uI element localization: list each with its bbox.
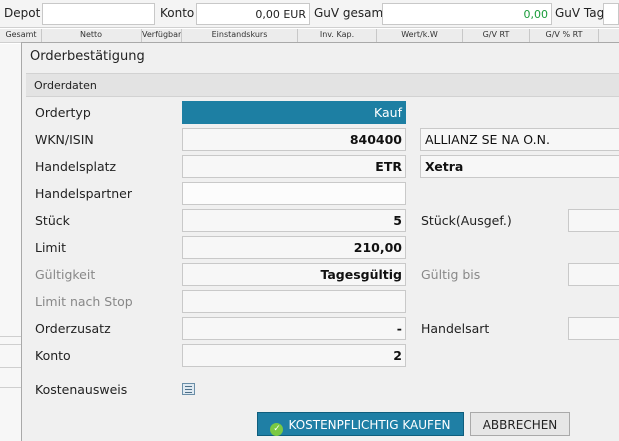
col-inv-kap[interactable]: Inv. Kap.: [298, 30, 376, 39]
konto-label: Konto: [35, 348, 71, 363]
stueck-field[interactable]: 5: [182, 209, 406, 232]
check-circle-icon: ✓: [270, 423, 284, 436]
cancel-button-label: ABBRECHEN: [482, 418, 558, 432]
ordertyp-label: Ordertyp: [35, 105, 91, 120]
account-toolbar: Depot Konto 0,00 EUR GuV gesamt 0,00 GuV…: [0, 0, 619, 28]
gueltig-bis-field: [568, 263, 619, 286]
gueltigkeit-field[interactable]: Tagesgültig: [182, 263, 406, 286]
handelsplatz-field[interactable]: ETR: [182, 155, 406, 178]
stueck-ausgef-field: [568, 209, 619, 232]
konto-value: 0,00 EUR: [196, 3, 310, 25]
col-gv-pct-rt[interactable]: G/V % RT: [530, 30, 598, 39]
stueck-label: Stück: [35, 213, 70, 228]
handelspartner-label: Handelspartner: [35, 186, 132, 201]
guv-tag-label: GuV Tag: [555, 6, 605, 20]
col-wert-kw[interactable]: Wert/k.W: [377, 30, 462, 39]
limit-nach-stop-field[interactable]: [182, 290, 406, 313]
depot-label: Depot: [4, 6, 41, 20]
gueltigkeit-label: Gültigkeit: [35, 267, 96, 282]
wkn-label: WKN/ISIN: [35, 132, 94, 147]
kostenpflichtig-kaufen-button[interactable]: ✓ KOSTENPFLICHTIG KAUFEN: [257, 412, 464, 436]
security-name-field: ALLIANZ SE NA O.N.: [420, 128, 619, 151]
gueltig-bis-label: Gültig bis: [421, 267, 481, 282]
konto-label: Konto: [160, 6, 195, 20]
exchange-name-field: Xetra: [420, 155, 619, 178]
wkn-field[interactable]: 840400: [182, 128, 406, 151]
depot-field[interactable]: [42, 3, 155, 25]
limit-field[interactable]: 210,00: [182, 236, 406, 259]
col-netto[interactable]: Netto: [42, 30, 140, 39]
konto-field[interactable]: 2: [182, 344, 406, 367]
handelsplatz-label: Handelsplatz: [35, 159, 117, 174]
guv-gesamt-label: GuV gesamt: [314, 6, 388, 20]
abbrechen-button[interactable]: ABBRECHEN: [470, 412, 570, 436]
col-verfuegbar[interactable]: Verfügbar: [142, 30, 181, 39]
order-confirmation-dialog: Orderbestätigung Orderdaten Ordertyp Kau…: [21, 42, 619, 441]
limit-label: Limit: [35, 240, 66, 255]
position-column-header: Gesamt Netto Verfügbar Einstandskurs Inv…: [0, 29, 619, 43]
kostenausweis-label: Kostenausweis: [35, 382, 128, 397]
background-grid: [0, 44, 22, 441]
orderdaten-section-header: Orderdaten: [26, 73, 619, 97]
calculator-icon[interactable]: [182, 383, 195, 395]
col-gv-rt[interactable]: G/V RT: [463, 30, 529, 39]
orderzusatz-label: Orderzusatz: [35, 321, 111, 336]
handelspartner-field[interactable]: [182, 182, 406, 205]
guv-tag-value: [603, 3, 619, 25]
limit-nach-stop-label: Limit nach Stop: [35, 294, 133, 309]
col-gesamt[interactable]: Gesamt: [2, 30, 40, 39]
buy-button-label: KOSTENPFLICHTIG KAUFEN: [288, 418, 451, 432]
col-einstandskurs[interactable]: Einstandskurs: [182, 30, 297, 39]
ordertyp-field[interactable]: Kauf: [182, 101, 406, 124]
handelsart-label: Handelsart: [421, 321, 490, 336]
section-title: Orderdaten: [34, 79, 97, 92]
orderzusatz-field[interactable]: -: [182, 317, 406, 340]
guv-gesamt-value: 0,00: [382, 3, 552, 25]
dialog-title: Orderbestätigung: [30, 49, 145, 64]
stueck-ausgef-label: Stück(Ausgef.): [421, 213, 512, 228]
handelsart-field: [568, 317, 619, 340]
